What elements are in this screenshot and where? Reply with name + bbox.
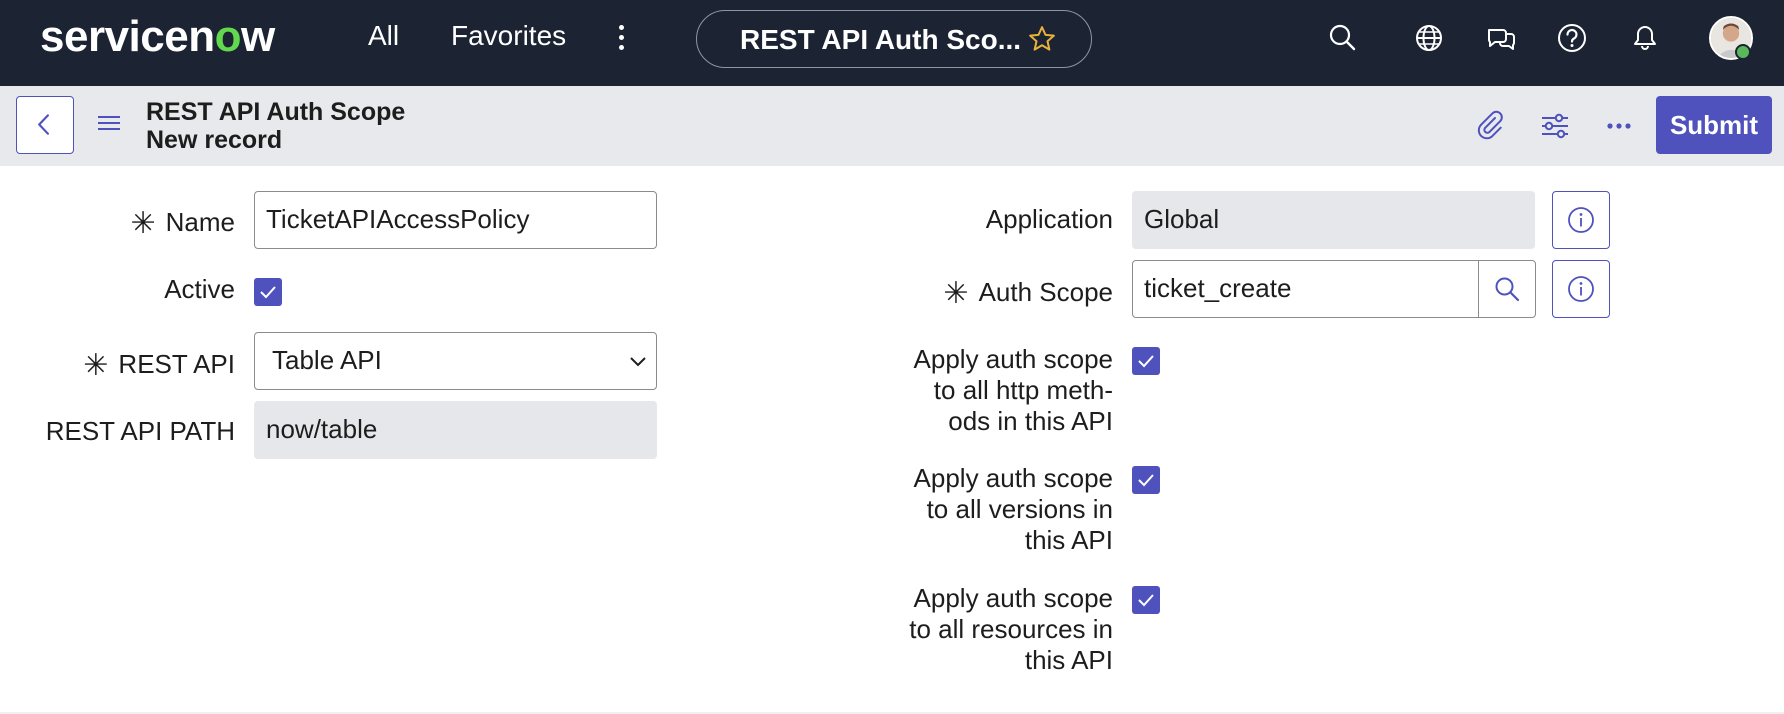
checkmark-icon — [1138, 355, 1154, 368]
checkmark-icon — [1138, 474, 1154, 487]
apply-http-methods-label: Apply auth scope to all http meth- ods i… — [913, 344, 1113, 436]
checkmark-icon — [1138, 594, 1154, 607]
auth-scope-info-button[interactable] — [1552, 260, 1610, 318]
search-icon — [1495, 277, 1520, 302]
required-asterisk-icon: ✳ — [943, 277, 969, 310]
apply-versions-label: Apply auth scope to all versions in this… — [913, 463, 1113, 555]
personalize-icon[interactable] — [1537, 108, 1573, 144]
context-record-pill[interactable]: REST API Auth Sco... — [696, 10, 1092, 68]
form-header: REST API Auth Scope New record Submit — [0, 86, 1784, 166]
info-icon — [1568, 207, 1594, 233]
apply-resources-label: Apply auth scope to all resources in thi… — [909, 583, 1113, 675]
auth-scope-input[interactable]: ticket_create — [1132, 260, 1479, 318]
bell-icon[interactable] — [1629, 22, 1661, 54]
apply-versions-checkbox[interactable] — [1132, 466, 1160, 494]
name-label: ✳ Name — [130, 207, 236, 240]
top-navigation-bar: servicenow All Favorites REST API Auth S… — [0, 0, 1784, 86]
globe-icon[interactable] — [1413, 22, 1445, 54]
more-menu-icon[interactable] — [612, 23, 632, 53]
active-label: Active — [164, 274, 235, 304]
search-icon[interactable] — [1327, 22, 1359, 54]
attachment-icon[interactable] — [1472, 108, 1508, 144]
rest-api-label: ✳ REST API — [83, 349, 235, 382]
star-icon[interactable] — [1027, 24, 1057, 54]
checkmark-icon — [260, 286, 276, 299]
auth-scope-label: ✳ Auth Scope — [943, 277, 1113, 310]
rest-api-path-label: REST API PATH — [45, 416, 235, 446]
online-status-icon — [1735, 44, 1751, 60]
required-asterisk-icon: ✳ — [130, 207, 156, 240]
chevron-left-icon — [38, 114, 49, 135]
apply-resources-checkbox[interactable] — [1132, 586, 1160, 614]
form-menu-icon[interactable] — [98, 113, 120, 133]
info-icon — [1568, 276, 1594, 302]
help-icon[interactable] — [1556, 22, 1588, 54]
application-field: Global — [1132, 191, 1535, 249]
rest-api-select[interactable]: Table API — [254, 332, 657, 390]
record-title: REST API Auth Scope — [146, 98, 406, 126]
nav-favorites-menu[interactable]: Favorites — [451, 20, 566, 52]
rest-api-selected-value: Table API — [272, 345, 382, 375]
submit-button[interactable]: Submit — [1656, 96, 1772, 154]
chat-icon[interactable] — [1485, 22, 1517, 54]
auth-scope-lookup-button[interactable] — [1478, 260, 1536, 318]
apply-http-methods-checkbox[interactable] — [1132, 347, 1160, 375]
name-input[interactable]: TicketAPIAccessPolicy — [254, 191, 657, 249]
required-asterisk-icon: ✳ — [83, 349, 109, 382]
application-label: Application — [985, 204, 1113, 234]
rest-api-path-field: now/table — [254, 401, 657, 459]
servicenow-logo[interactable]: servicenow — [40, 12, 275, 62]
context-record-title: REST API Auth Sco... — [740, 24, 1022, 55]
chevron-down-icon — [630, 357, 646, 367]
more-icon[interactable] — [1601, 108, 1637, 144]
record-subtitle: New record — [146, 126, 283, 154]
nav-all-menu[interactable]: All — [368, 20, 399, 52]
application-info-button[interactable] — [1552, 191, 1610, 249]
active-checkbox[interactable] — [254, 278, 282, 306]
back-button[interactable] — [16, 96, 74, 154]
